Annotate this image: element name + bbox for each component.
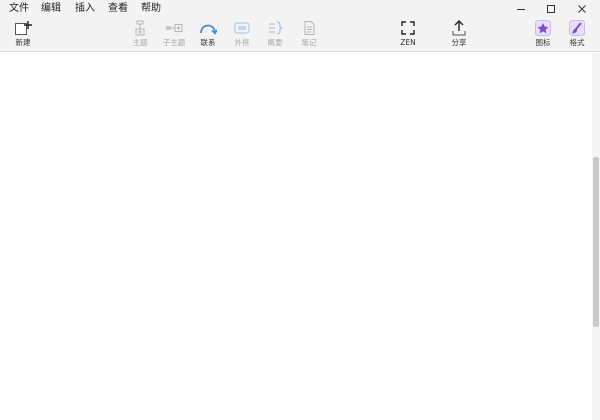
scrollbar-thumb[interactable] [593,157,599,327]
new-button[interactable]: 新建 [5,20,41,50]
star-badge-icon [534,20,552,36]
mindmap-canvas[interactable] [0,53,592,420]
boundary-frame-icon [233,20,251,36]
note-button[interactable]: 笔记 [291,20,327,50]
menu-view[interactable]: 查看 [108,2,128,16]
summary-button[interactable]: 概要 [257,20,293,50]
maximize-icon [547,5,555,13]
toolbar: 新建 主题 子主题 联系 外框 概要 笔记 ZEN 分享 图标 格式 [0,18,600,52]
summary-brace-icon [266,20,284,36]
topic-icon [131,20,149,36]
paint-brush-icon [568,20,586,36]
new-document-plus-icon [14,20,32,36]
boundary-button[interactable]: 外框 [224,20,260,50]
share-button[interactable]: 分享 [441,20,477,50]
icon-panel-button[interactable]: 图标 [525,20,561,50]
menu-help[interactable]: 帮助 [141,2,161,16]
topic-button[interactable]: 主题 [122,20,158,50]
maximize-button[interactable] [536,0,566,18]
menu-file[interactable]: 文件 [9,2,29,16]
close-button[interactable] [567,0,597,18]
menu-bar: 文件 编辑 插入 查看 帮助 [0,0,600,18]
menu-edit[interactable]: 编辑 [41,2,61,16]
note-icon [300,20,318,36]
relationship-button[interactable]: 联系 [190,20,226,50]
format-panel-button[interactable]: 格式 [559,20,595,50]
minimize-icon [517,9,525,10]
subtopic-button[interactable]: 子主题 [156,20,192,50]
subtopic-icon [165,20,183,36]
share-upload-arrow-icon [450,20,468,36]
minimize-button[interactable] [506,0,536,18]
relationship-arc-icon [199,20,217,36]
zen-button[interactable]: ZEN [390,20,426,50]
menu-insert[interactable]: 插入 [75,2,95,16]
fullscreen-corners-icon [399,20,417,36]
close-icon [578,5,586,13]
